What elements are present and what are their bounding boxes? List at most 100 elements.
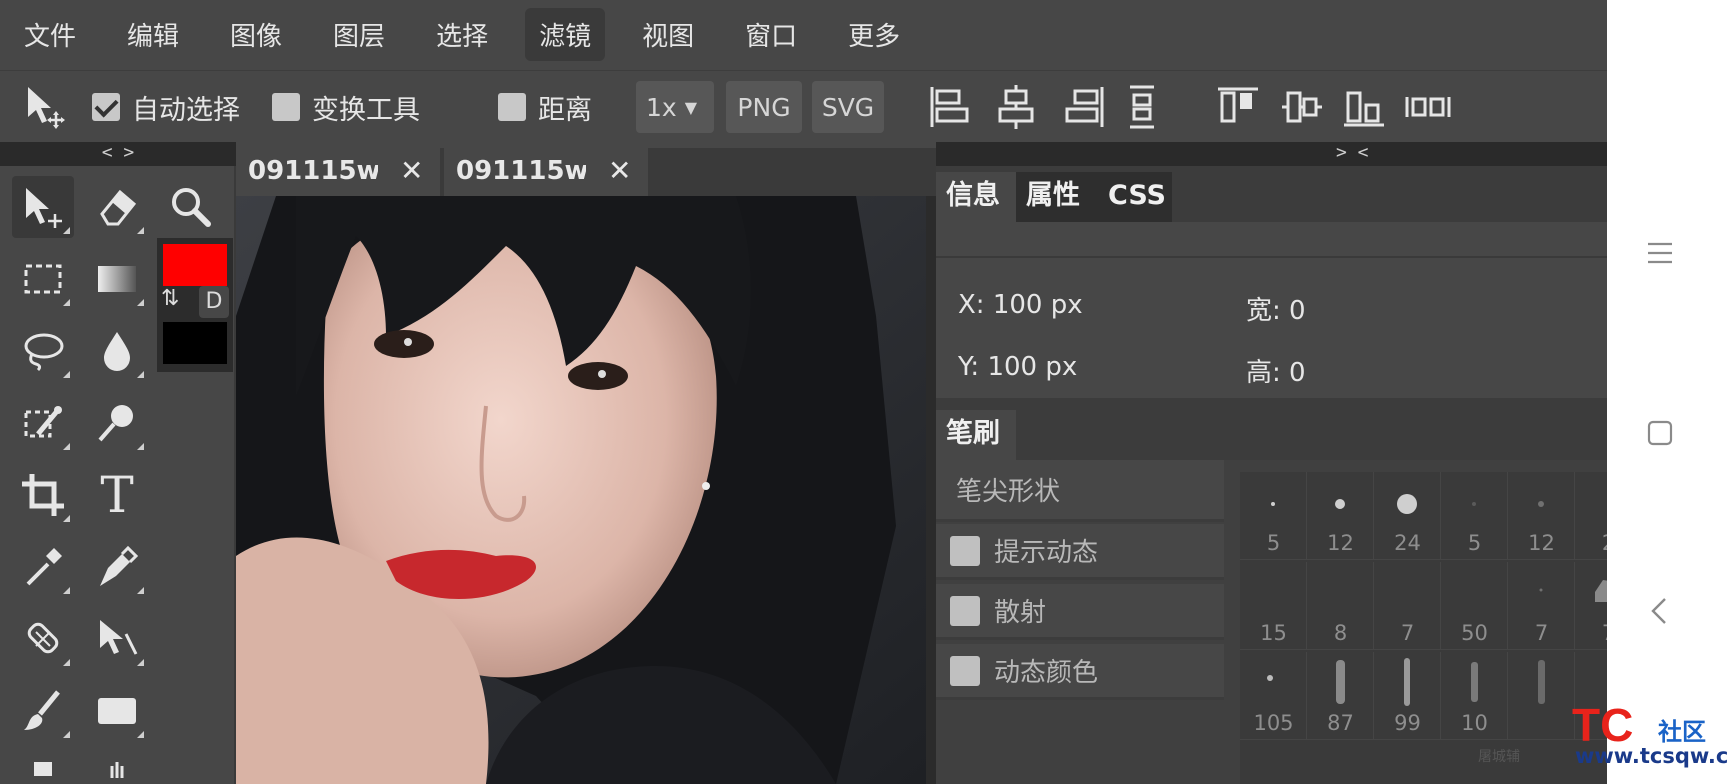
close-icon[interactable]: ✕ xyxy=(608,148,631,194)
gradient-icon[interactable] xyxy=(86,248,148,310)
brush-size-label: 7 xyxy=(1534,621,1549,645)
tools-panel-toggle[interactable]: < > xyxy=(0,142,236,166)
distance-option[interactable]: 距离 xyxy=(498,71,592,143)
brush-option-dynamics[interactable]: 提示动态 xyxy=(936,524,1224,580)
menu-more[interactable]: 更多 xyxy=(834,8,914,61)
hand-icon[interactable] xyxy=(86,752,148,784)
menu-select[interactable]: 选择 xyxy=(422,8,502,61)
brush-preset[interactable]: 50 xyxy=(1441,562,1508,650)
brush-preset[interactable]: 7 xyxy=(1508,562,1575,650)
crop-icon[interactable] xyxy=(12,464,74,526)
options-toolbar: 自动选择 变换工具 距离 1x ▼ PNG SVG xyxy=(0,70,1607,142)
menu-edit[interactable]: 编辑 xyxy=(113,8,193,61)
align-left-icon[interactable] xyxy=(928,71,972,143)
transform-tool-option[interactable]: 变换工具 xyxy=(272,71,420,143)
brush-size-label: 87 xyxy=(1327,711,1354,735)
brush-icon[interactable] xyxy=(12,680,74,742)
canvas-area[interactable] xyxy=(236,196,936,784)
auto-select-option[interactable]: 自动选择 xyxy=(92,71,240,143)
auto-select-checkbox[interactable] xyxy=(92,93,120,121)
pen-tool-icon[interactable] xyxy=(86,536,148,598)
watermark-community: 社区 xyxy=(1658,718,1706,746)
color-dynamics-checkbox[interactable] xyxy=(950,655,980,686)
brush-preset[interactable]: 105 xyxy=(1240,652,1307,740)
shape-icon[interactable] xyxy=(86,680,148,742)
brush-preset[interactable]: 7 xyxy=(1575,562,1607,650)
lasso-icon[interactable] xyxy=(12,320,74,382)
move-tool-icon[interactable] xyxy=(22,71,70,143)
default-colors-button[interactable]: D xyxy=(199,286,229,318)
tab-properties[interactable]: 属性 xyxy=(1016,172,1098,222)
brush-option-color-dynamics[interactable]: 动态颜色 xyxy=(936,644,1224,700)
color-dynamics-label: 动态颜色 xyxy=(994,658,1099,688)
align-center-h-icon[interactable] xyxy=(994,71,1038,143)
brush-preset[interactable] xyxy=(1508,652,1575,740)
tab-brush[interactable]: 笔刷 xyxy=(936,410,1016,460)
export-svg-button[interactable]: SVG xyxy=(812,81,884,133)
menu-view[interactable]: 视图 xyxy=(628,8,708,61)
recent-apps-icon[interactable] xyxy=(1645,238,1675,272)
dynamics-checkbox[interactable] xyxy=(950,535,980,566)
blur-drop-icon[interactable] xyxy=(86,320,148,382)
close-icon[interactable]: ✕ xyxy=(400,148,423,194)
brush-preset[interactable]: 12 xyxy=(1508,472,1575,560)
brush-option-scatter[interactable]: 散射 xyxy=(936,584,1224,640)
back-icon[interactable] xyxy=(1645,596,1675,630)
brush-tip-preview xyxy=(1538,660,1545,704)
menu-layer[interactable]: 图层 xyxy=(319,8,399,61)
brush-preset[interactable]: 8 xyxy=(1307,562,1374,650)
brush-preset[interactable]: 10 xyxy=(1441,652,1508,740)
move-tool-icon[interactable] xyxy=(12,176,74,238)
transform-checkbox[interactable] xyxy=(272,93,300,121)
document-tab[interactable]: 091115wi ✕ xyxy=(236,148,442,196)
distribute-v-icon[interactable] xyxy=(1404,71,1452,143)
transform-label: 变换工具 xyxy=(312,94,420,126)
brush-size-label: 105 xyxy=(1253,711,1294,735)
brush-preset[interactable]: 5 xyxy=(1441,472,1508,560)
stamp-icon[interactable] xyxy=(12,752,74,784)
marquee-icon[interactable] xyxy=(12,248,74,310)
menu-image[interactable]: 图像 xyxy=(216,8,296,61)
eraser-icon[interactable] xyxy=(86,176,148,238)
align-bottom-icon[interactable] xyxy=(1342,71,1386,143)
align-top-icon[interactable] xyxy=(1216,71,1260,143)
menu-filter[interactable]: 滤镜 xyxy=(525,7,606,61)
brush-preset[interactable]: 24 xyxy=(1374,472,1441,560)
distribute-h-icon[interactable] xyxy=(1126,71,1158,143)
brush-preset[interactable]: 12 xyxy=(1307,472,1374,560)
brush-size-label: 12 xyxy=(1528,531,1555,555)
healing-icon[interactable] xyxy=(12,608,74,670)
tab-css[interactable]: CSS xyxy=(1098,172,1172,222)
direct-select-icon[interactable] xyxy=(86,608,148,670)
export-png-button[interactable]: PNG xyxy=(726,81,802,133)
dynamics-label: 提示动态 xyxy=(994,538,1099,568)
distance-checkbox[interactable] xyxy=(498,93,526,121)
magic-wand-icon[interactable] xyxy=(12,392,74,454)
brush-preset[interactable]: 87 xyxy=(1307,652,1374,740)
brush-preset[interactable]: 5 xyxy=(1240,472,1307,560)
brush-preset[interactable]: 99 xyxy=(1374,652,1441,740)
align-right-icon[interactable] xyxy=(1062,71,1106,143)
right-panel-toggle[interactable]: > < xyxy=(1336,142,1369,164)
brush-preset[interactable]: 15 xyxy=(1240,562,1307,650)
export-scale-select[interactable]: 1x ▼ xyxy=(636,81,714,133)
text-tool-icon[interactable]: T xyxy=(86,464,148,526)
align-middle-v-icon[interactable] xyxy=(1280,71,1324,143)
document-tabs: 091115wi ✕ 091115wi ✕ xyxy=(236,148,936,196)
brush-size-label: 50 xyxy=(1461,621,1488,645)
foreground-color-swatch[interactable] xyxy=(163,244,227,286)
document-tab[interactable]: 091115wi ✕ xyxy=(444,148,650,196)
tab-info[interactable]: 信息 xyxy=(936,172,1016,222)
eyedropper-icon[interactable] xyxy=(12,536,74,598)
home-icon[interactable] xyxy=(1645,418,1675,452)
swap-colors-icon[interactable]: ⇅ xyxy=(161,286,179,311)
brush-preset[interactable]: 7 xyxy=(1374,562,1441,650)
menu-file[interactable]: 文件 xyxy=(10,8,90,61)
zoom-icon[interactable] xyxy=(160,176,222,238)
background-color-swatch[interactable] xyxy=(163,322,227,364)
brush-preset[interactable]: 2 xyxy=(1575,472,1607,560)
scatter-checkbox[interactable] xyxy=(950,595,980,626)
menu-window[interactable]: 窗口 xyxy=(731,8,811,61)
dodge-icon[interactable] xyxy=(86,392,148,454)
brush-tip-shape-option[interactable]: 笔尖形状 xyxy=(936,460,1224,522)
